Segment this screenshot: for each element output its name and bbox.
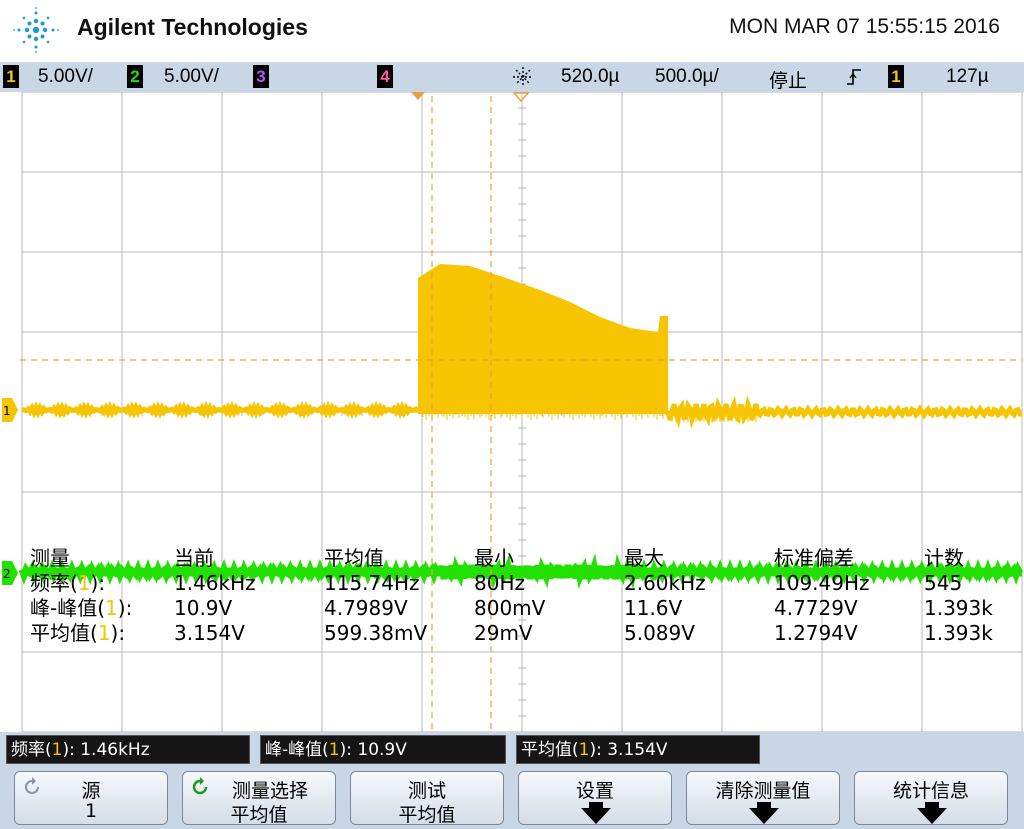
softkey-value: 平均值 xyxy=(398,804,456,826)
row-label: 平均值(1): xyxy=(30,621,126,645)
brand-name: Agilent Technologies xyxy=(77,14,308,40)
header-mean: 平均值 xyxy=(324,546,384,570)
ch1-marker-label: 1 xyxy=(3,404,11,418)
softkey-label: 源 xyxy=(81,780,101,802)
header-std-dev: 标准偏差 xyxy=(774,546,854,570)
arrow-down-icon xyxy=(581,802,611,824)
cell-count: 1.393k xyxy=(924,621,993,645)
status-bar: 1 5.00V/ 2 5.00V/ 3 4 520.0µ 500.0µ/ 停止 … xyxy=(0,62,1024,92)
header: Agilent Technologies MON MAR 07 15:55:15… xyxy=(0,0,1024,62)
cell-max: 11.6V xyxy=(624,596,683,620)
ch4-badge[interactable]: 4 xyxy=(377,65,393,88)
arrow-down-icon xyxy=(749,802,779,824)
header-count: 计数 xyxy=(924,546,964,570)
measurement-statistics-table: 测量 当前 平均值 最小 最大 标准偏差 计数 频率(1): 1.46kHz 1… xyxy=(30,546,1024,646)
readout-peak-to-peak: 峰-峰值(1): 10.9V xyxy=(260,735,506,764)
cell-std-dev: 1.2794V xyxy=(774,621,858,645)
delay-icon xyxy=(513,67,533,87)
cell-max: 5.089V xyxy=(624,621,695,645)
test-softkey[interactable]: 测试 平均值 xyxy=(350,771,504,826)
source-softkey[interactable]: 源 1 xyxy=(14,771,168,825)
cell-min: 29mV xyxy=(474,621,533,645)
measurement-readout-bar: 频率(1): 1.46kHz 峰-峰值(1): 10.9V 平均值(1): 3.… xyxy=(0,732,1024,768)
cell-std-dev: 4.7729V xyxy=(774,596,858,620)
delay-value: 520.0µ xyxy=(561,66,620,87)
date-time: MON MAR 07 15:55:15 2016 xyxy=(729,15,1000,38)
cell-count: 545 xyxy=(924,571,963,595)
softkey-label: 测试 xyxy=(407,780,446,802)
agilent-spark-logo-icon xyxy=(13,7,59,53)
ch1-scale: 5.00V/ xyxy=(38,66,93,87)
cell-std-dev: 109.49Hz xyxy=(774,571,870,595)
readout-average: 平均值(1): 3.154V xyxy=(516,735,760,764)
softkey-value: 平均值 xyxy=(230,804,288,826)
rising-edge-trigger-icon xyxy=(847,69,861,85)
readout-frequency: 频率(1): 1.46kHz xyxy=(6,735,250,764)
row-label: 频率(1): xyxy=(30,571,106,595)
table-row: 峰-峰值(1): 10.9V 4.7989V 800mV 11.6V 4.772… xyxy=(30,596,1024,621)
header-measure: 测量 xyxy=(30,546,70,570)
statistics-softkey[interactable]: 统计信息 xyxy=(854,771,1008,825)
softkey-label: 清除测量值 xyxy=(715,780,811,802)
table-row: 频率(1): 1.46kHz 115.74Hz 80Hz 2.60kHz 109… xyxy=(30,571,1024,596)
run-state: 停止 xyxy=(769,71,808,92)
cell-current: 3.154V xyxy=(174,621,245,645)
cell-min: 800mV xyxy=(474,596,546,620)
settings-softkey[interactable]: 设置 xyxy=(518,771,672,825)
cell-current: 10.9V xyxy=(174,596,233,620)
header-min: 最小 xyxy=(474,546,514,570)
softkey-label: 统计信息 xyxy=(892,780,969,802)
timebase-value: 500.0µ/ xyxy=(655,66,719,87)
cell-max: 2.60kHz xyxy=(624,571,706,595)
cell-min: 80Hz xyxy=(474,571,525,595)
cell-count: 1.393k xyxy=(924,596,993,620)
header-current: 当前 xyxy=(174,546,214,570)
cell-current: 1.46kHz xyxy=(174,571,256,595)
table-header-row: 测量 当前 平均值 最小 最大 标准偏差 计数 xyxy=(30,546,1024,571)
table-row: 平均值(1): 3.154V 599.38mV 29mV 5.089V 1.27… xyxy=(30,621,1024,646)
ch2-scale: 5.00V/ xyxy=(164,66,219,87)
trigger-level: 127µ xyxy=(946,66,989,87)
arrow-down-icon xyxy=(917,802,947,824)
ch2-marker-label: 2 xyxy=(3,567,11,581)
trigger-source-badge[interactable]: 1 xyxy=(888,65,904,88)
ch1-badge[interactable]: 1 xyxy=(3,65,19,88)
softkey-label: 测量选择 xyxy=(231,780,308,802)
cell-mean: 599.38mV xyxy=(324,621,428,645)
ch3-badge[interactable]: 3 xyxy=(253,65,269,88)
clear-measurements-softkey[interactable]: 清除测量值 xyxy=(686,771,840,825)
cell-mean: 4.7989V xyxy=(324,596,408,620)
ch2-badge[interactable]: 2 xyxy=(127,65,143,88)
softkey-bar: 源 1 测量选择 平均值 测试 平均值 设置 清除测量值 统计信息 xyxy=(0,768,1024,829)
cell-mean: 115.74Hz xyxy=(324,571,420,595)
row-label: 峰-峰值(1): xyxy=(30,596,133,620)
softkey-value: 1 xyxy=(84,800,98,822)
measurement-select-softkey[interactable]: 测量选择 平均值 xyxy=(182,771,336,826)
header-max: 最大 xyxy=(624,546,664,570)
softkey-label: 设置 xyxy=(575,780,614,802)
